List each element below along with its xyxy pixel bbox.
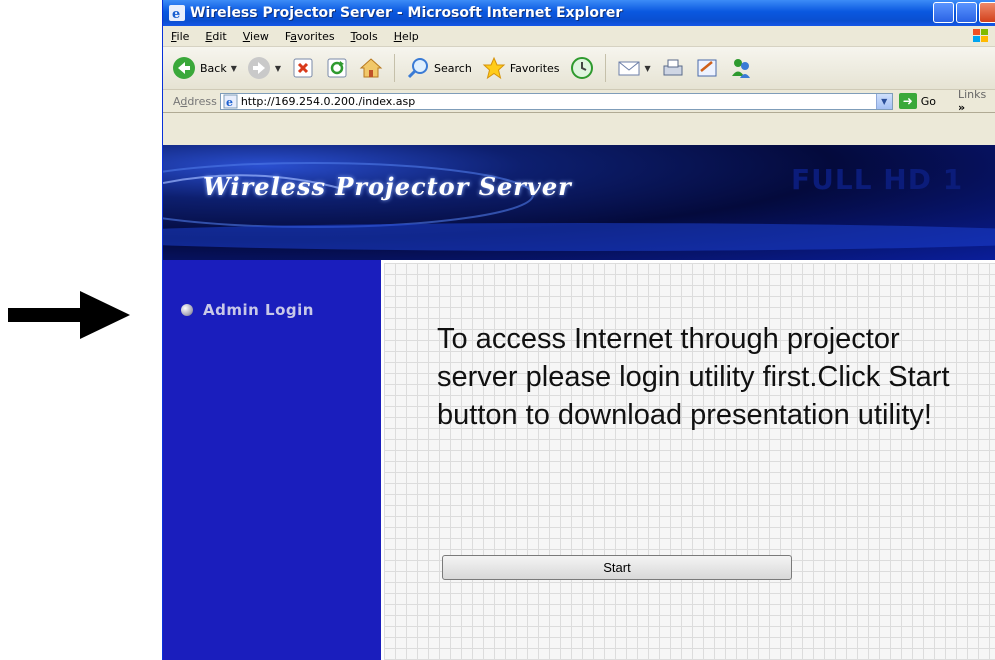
mail-icon xyxy=(618,61,640,76)
windows-flag-icon xyxy=(973,29,988,42)
back-arrow-icon xyxy=(173,57,195,79)
search-icon xyxy=(407,58,429,79)
page-icon: e xyxy=(223,94,238,109)
page-content: Wireless Projector Server FULL HD 1 Admi… xyxy=(163,145,995,660)
browser-window: e Wireless Projector Server - Microsoft … xyxy=(162,0,995,660)
history-icon xyxy=(570,57,593,79)
ie-logo-icon: e xyxy=(169,5,185,21)
edit-page-icon xyxy=(697,59,717,77)
banner-title: Wireless Projector Server xyxy=(203,172,572,201)
menu-view[interactable]: View xyxy=(235,30,277,43)
forward-arrow-icon xyxy=(247,57,270,79)
banner-watermark: FULL HD 1 xyxy=(791,163,964,196)
favorites-button[interactable]: Favorites xyxy=(479,54,563,82)
bullet-icon xyxy=(181,304,193,316)
svg-text:e: e xyxy=(172,7,180,21)
back-dropdown-icon[interactable]: ▼ xyxy=(231,64,237,73)
menu-favorites[interactable]: Favorites xyxy=(277,30,343,43)
print-button[interactable] xyxy=(658,54,688,82)
main-panel: To access Internet through projector ser… xyxy=(381,260,995,660)
mail-dropdown-icon[interactable]: ▼ xyxy=(645,64,651,73)
sidebar: Admin Login xyxy=(163,260,381,660)
menu-edit[interactable]: Edit xyxy=(197,30,234,43)
title-bar: e Wireless Projector Server - Microsoft … xyxy=(163,0,995,26)
maximize-button[interactable] xyxy=(956,2,977,23)
menu-bar: File Edit View Favorites Tools Help xyxy=(163,26,995,47)
home-button[interactable] xyxy=(356,54,386,82)
window-title: Wireless Projector Server - Microsoft In… xyxy=(190,5,623,21)
address-input[interactable]: e http://169.254.0.200./index.asp ▼ xyxy=(219,92,893,110)
forward-dropdown-icon[interactable]: ▼ xyxy=(275,64,281,73)
menu-help[interactable]: Help xyxy=(386,30,427,43)
banner: Wireless Projector Server FULL HD 1 xyxy=(163,145,995,260)
go-arrow-icon: ➜ xyxy=(898,93,917,109)
back-button[interactable]: Back ▼ xyxy=(169,54,240,82)
standard-toolbar: Back ▼ ▼ Search Favorites ▼ xyxy=(163,47,995,90)
search-button[interactable]: Search xyxy=(403,54,475,82)
forward-button[interactable]: ▼ xyxy=(244,54,284,82)
address-dropdown-icon[interactable]: ▼ xyxy=(875,93,892,109)
stop-button[interactable] xyxy=(288,54,318,82)
messenger-button[interactable] xyxy=(726,54,756,82)
menu-tools[interactable]: Tools xyxy=(343,30,386,43)
favorites-star-icon xyxy=(482,56,506,80)
stop-icon xyxy=(293,58,313,78)
admin-login-label: Admin Login xyxy=(203,301,314,319)
mail-button[interactable]: ▼ xyxy=(614,54,654,82)
svg-text:e: e xyxy=(226,96,233,109)
messenger-icon xyxy=(731,59,750,78)
print-icon xyxy=(663,59,683,76)
refresh-button[interactable] xyxy=(322,54,352,82)
start-button[interactable]: Start xyxy=(442,555,792,580)
edit-button[interactable] xyxy=(692,54,722,82)
instruction-message: To access Internet through projector ser… xyxy=(437,323,950,431)
close-button[interactable] xyxy=(979,2,995,23)
history-button[interactable] xyxy=(567,54,597,82)
refresh-icon xyxy=(327,58,347,78)
home-icon xyxy=(359,58,383,78)
pointer-arrow xyxy=(8,291,130,339)
admin-login-link[interactable]: Admin Login xyxy=(181,301,314,319)
go-button[interactable]: ➜ Go xyxy=(898,93,936,109)
links-button[interactable]: Links » xyxy=(958,88,995,114)
minimize-button[interactable] xyxy=(933,2,954,23)
menu-file[interactable]: File xyxy=(163,30,197,43)
address-url: http://169.254.0.200./index.asp xyxy=(240,94,416,108)
address-label: Address xyxy=(173,94,217,108)
address-bar: Address e http://169.254.0.200./index.as… xyxy=(163,88,995,114)
